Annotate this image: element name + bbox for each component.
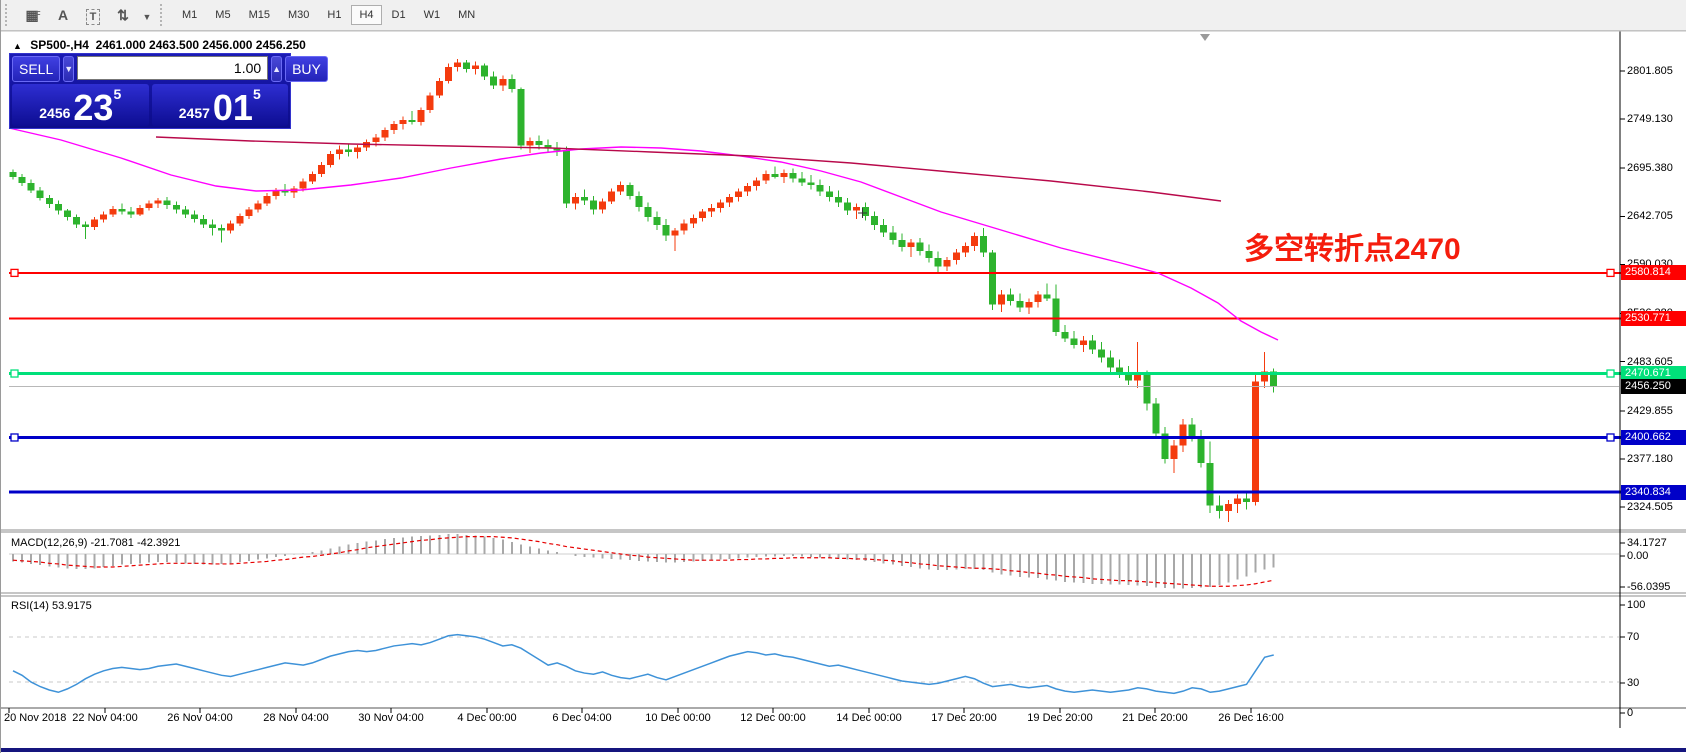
rsi-label: RSI(14) 53.9175	[11, 600, 92, 612]
rsi-scale-label: 30	[1627, 676, 1686, 690]
macd-signal-line	[13, 537, 1274, 587]
ma-slow-crimson	[156, 137, 1221, 201]
macd-label: MACD(12,26,9) -21.7081 -42.3921	[11, 537, 180, 549]
lot-size-input[interactable]	[77, 56, 268, 80]
buy-price-big: 01	[213, 93, 253, 123]
header-arrow-icon[interactable]: ▲	[13, 41, 22, 51]
ohlc-readout: 2461.000 2463.500 2456.000 2456.250	[96, 38, 306, 52]
price-tick-label: 2695.380	[1627, 161, 1686, 175]
panel-borders	[1, 31, 1686, 728]
rsi-scale-label: 0	[1627, 706, 1686, 720]
date-tick-label: 6 Dec 04:00	[552, 712, 611, 724]
rsi-scale-label: 70	[1627, 630, 1686, 644]
one-click-trading-panel: SELL ▼ ▲ BUY 2456 23 5 2457 01 5	[9, 53, 291, 129]
date-tick-label: 22 Nov 04:00	[72, 712, 137, 724]
price-level-label: 2530.771	[1621, 311, 1686, 326]
price-tick-label: 2429.855	[1627, 404, 1686, 418]
symbol-title: SP500-,H4	[30, 38, 89, 52]
line-handle[interactable]	[1607, 434, 1614, 441]
date-tick-label: 17 Dec 20:00	[931, 712, 996, 724]
sell-button[interactable]: SELL	[12, 56, 60, 82]
macd-scale-label: -56.0395	[1627, 580, 1686, 594]
chart-header: ▲ SP500-,H4 2461.000 2463.500 2456.000 2…	[13, 38, 306, 52]
buy-price-prefix: 2457	[179, 103, 210, 123]
date-tick-label: 28 Nov 04:00	[263, 712, 328, 724]
macd-scale-label: 34.1727	[1627, 536, 1686, 550]
chart-annotation-text[interactable]: 多空转折点2470	[1244, 224, 1461, 268]
buy-button[interactable]: BUY	[285, 56, 328, 82]
date-tick-label: 19 Dec 20:00	[1027, 712, 1092, 724]
date-tick-label: 30 Nov 04:00	[358, 712, 423, 724]
sell-price-sup: 5	[113, 86, 121, 102]
price-tick-label: 2749.130	[1627, 112, 1686, 126]
date-tick-label: 12 Dec 00:00	[740, 712, 805, 724]
lot-increase-button[interactable]: ▲	[271, 56, 282, 82]
price-tick-label: 2801.805	[1627, 64, 1686, 78]
date-tick-label: 20 Nov 2018	[4, 712, 66, 724]
line-handle[interactable]	[11, 434, 18, 441]
line-handle[interactable]	[1607, 370, 1614, 377]
date-tick-label: 26 Dec 16:00	[1218, 712, 1283, 724]
date-tick-label: 14 Dec 00:00	[836, 712, 901, 724]
date-tick-label: 10 Dec 00:00	[645, 712, 710, 724]
line-handle[interactable]	[11, 370, 18, 377]
date-tick-label: 21 Dec 20:00	[1122, 712, 1187, 724]
line-handle[interactable]	[11, 269, 18, 276]
date-tick-label: 4 Dec 00:00	[457, 712, 516, 724]
chart-shift-marker-icon[interactable]	[1200, 34, 1210, 41]
price-level-label: 2580.814	[1621, 265, 1686, 280]
date-tick-label: 26 Nov 04:00	[167, 712, 232, 724]
price-tick-label: 2642.705	[1627, 209, 1686, 223]
lot-decrease-button[interactable]: ▼	[63, 56, 74, 82]
price-level-label: 2456.250	[1621, 379, 1686, 394]
macd-histogram	[13, 534, 1274, 589]
buy-price-sup: 5	[253, 86, 261, 102]
price-level-label: 2400.662	[1621, 430, 1686, 445]
line-handle[interactable]	[1607, 269, 1614, 276]
horizontal-level-lines[interactable]	[9, 273, 1686, 492]
sell-price-big: 23	[73, 93, 113, 123]
window-bottom-border	[1, 748, 1686, 752]
ma-fast-magenta	[9, 128, 1278, 340]
price-tick-label: 2324.505	[1627, 500, 1686, 514]
buy-price-display[interactable]: 2457 01 5	[152, 84, 289, 126]
metatrader-window: ▦FAT⇅▼ M1M5M15M30H1H4D1W1MN ▲ SP500-,H4 …	[0, 0, 1686, 753]
price-tick-label: 2377.180	[1627, 452, 1686, 466]
price-level-label: 2340.834	[1621, 485, 1686, 500]
macd-scale-label: 0.00	[1627, 549, 1686, 563]
sell-price-display[interactable]: 2456 23 5	[12, 84, 149, 126]
rsi-scale-label: 100	[1627, 598, 1686, 612]
sell-price-prefix: 2456	[39, 103, 70, 123]
rsi-line	[13, 635, 1274, 694]
